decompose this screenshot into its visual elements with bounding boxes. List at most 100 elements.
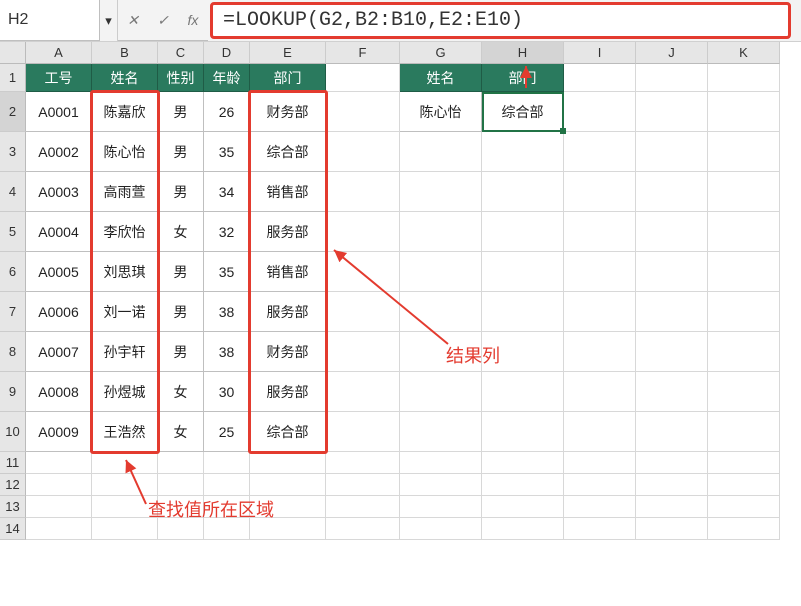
empty-cell[interactable] bbox=[400, 212, 482, 252]
data-cell[interactable]: A0003 bbox=[26, 172, 92, 212]
header-cell-姓名[interactable]: 姓名 bbox=[92, 64, 158, 92]
data-cell[interactable]: 32 bbox=[204, 212, 250, 252]
row-header-7[interactable]: 7 bbox=[0, 292, 26, 332]
empty-cell[interactable] bbox=[708, 452, 780, 474]
empty-cell[interactable] bbox=[400, 412, 482, 452]
data-cell[interactable]: 男 bbox=[158, 252, 204, 292]
data-cell[interactable]: A0001 bbox=[26, 92, 92, 132]
empty-cell[interactable] bbox=[400, 132, 482, 172]
data-cell[interactable]: A0008 bbox=[26, 372, 92, 412]
empty-cell[interactable] bbox=[482, 518, 564, 540]
row-header-11[interactable]: 11 bbox=[0, 452, 26, 474]
empty-cell[interactable] bbox=[482, 496, 564, 518]
col-header-E[interactable]: E bbox=[250, 42, 326, 64]
data-cell[interactable]: 综合部 bbox=[250, 412, 326, 452]
empty-cell[interactable] bbox=[250, 452, 326, 474]
empty-cell[interactable] bbox=[636, 496, 708, 518]
data-cell[interactable]: A0006 bbox=[26, 292, 92, 332]
col-header-J[interactable]: J bbox=[636, 42, 708, 64]
empty-cell[interactable] bbox=[204, 474, 250, 496]
col-header-K[interactable]: K bbox=[708, 42, 780, 64]
col-header-H[interactable]: H bbox=[482, 42, 564, 64]
data-cell[interactable]: 销售部 bbox=[250, 172, 326, 212]
lookup-header-部门[interactable]: 部门 bbox=[482, 64, 564, 92]
empty-cell[interactable] bbox=[482, 212, 564, 252]
data-cell[interactable]: 刘思琪 bbox=[92, 252, 158, 292]
lookup-result-cell[interactable]: 综合部 bbox=[482, 92, 564, 132]
insert-function-button[interactable]: fx bbox=[178, 12, 208, 28]
empty-cell[interactable] bbox=[400, 452, 482, 474]
empty-cell[interactable] bbox=[708, 518, 780, 540]
data-cell[interactable]: 孙宇轩 bbox=[92, 332, 158, 372]
data-cell[interactable]: 刘一诺 bbox=[92, 292, 158, 332]
empty-cell[interactable] bbox=[564, 212, 636, 252]
empty-cell[interactable] bbox=[204, 452, 250, 474]
empty-cell[interactable] bbox=[400, 252, 482, 292]
empty-cell[interactable] bbox=[326, 92, 400, 132]
data-cell[interactable]: 34 bbox=[204, 172, 250, 212]
empty-cell[interactable] bbox=[326, 252, 400, 292]
empty-cell[interactable] bbox=[636, 518, 708, 540]
empty-cell[interactable] bbox=[636, 412, 708, 452]
row-header-3[interactable]: 3 bbox=[0, 132, 26, 172]
empty-cell[interactable] bbox=[26, 518, 92, 540]
empty-cell[interactable] bbox=[326, 332, 400, 372]
empty-cell[interactable] bbox=[708, 64, 780, 92]
data-cell[interactable]: 陈心怡 bbox=[92, 132, 158, 172]
data-cell[interactable]: 男 bbox=[158, 292, 204, 332]
empty-cell[interactable] bbox=[326, 452, 400, 474]
empty-cell[interactable] bbox=[26, 496, 92, 518]
data-cell[interactable]: 孙煜城 bbox=[92, 372, 158, 412]
data-cell[interactable]: 男 bbox=[158, 172, 204, 212]
enter-formula-button[interactable]: ✓ bbox=[148, 12, 178, 29]
data-cell[interactable]: 男 bbox=[158, 132, 204, 172]
data-cell[interactable]: 35 bbox=[204, 132, 250, 172]
row-header-6[interactable]: 6 bbox=[0, 252, 26, 292]
lookup-input-cell[interactable]: 陈心怡 bbox=[400, 92, 482, 132]
row-header-10[interactable]: 10 bbox=[0, 412, 26, 452]
empty-cell[interactable] bbox=[564, 496, 636, 518]
row-header-2[interactable]: 2 bbox=[0, 92, 26, 132]
select-all-corner[interactable] bbox=[0, 42, 26, 64]
data-cell[interactable]: 陈嘉欣 bbox=[92, 92, 158, 132]
empty-cell[interactable] bbox=[564, 252, 636, 292]
empty-cell[interactable] bbox=[564, 172, 636, 212]
col-header-D[interactable]: D bbox=[204, 42, 250, 64]
empty-cell[interactable] bbox=[326, 212, 400, 252]
empty-cell[interactable] bbox=[326, 474, 400, 496]
data-cell[interactable]: 服务部 bbox=[250, 292, 326, 332]
empty-cell[interactable] bbox=[564, 474, 636, 496]
empty-cell[interactable] bbox=[26, 452, 92, 474]
empty-cell[interactable] bbox=[636, 372, 708, 412]
row-header-4[interactable]: 4 bbox=[0, 172, 26, 212]
name-box[interactable]: H2 bbox=[0, 0, 100, 41]
empty-cell[interactable] bbox=[636, 172, 708, 212]
empty-cell[interactable] bbox=[482, 412, 564, 452]
fill-handle[interactable] bbox=[560, 128, 566, 134]
col-header-G[interactable]: G bbox=[400, 42, 482, 64]
empty-cell[interactable] bbox=[326, 518, 400, 540]
data-cell[interactable]: 李欣怡 bbox=[92, 212, 158, 252]
empty-cell[interactable] bbox=[482, 132, 564, 172]
data-cell[interactable]: 26 bbox=[204, 92, 250, 132]
col-header-B[interactable]: B bbox=[92, 42, 158, 64]
data-cell[interactable]: 38 bbox=[204, 292, 250, 332]
row-header-5[interactable]: 5 bbox=[0, 212, 26, 252]
data-cell[interactable]: A0009 bbox=[26, 412, 92, 452]
formula-bar[interactable]: =LOOKUP(G2,B2:B10,E2:E10) bbox=[210, 2, 791, 39]
empty-cell[interactable] bbox=[636, 92, 708, 132]
name-box-dropdown[interactable]: ▾ bbox=[100, 0, 118, 41]
empty-cell[interactable] bbox=[564, 518, 636, 540]
empty-cell[interactable] bbox=[482, 252, 564, 292]
empty-cell[interactable] bbox=[564, 92, 636, 132]
data-cell[interactable]: 25 bbox=[204, 412, 250, 452]
col-header-C[interactable]: C bbox=[158, 42, 204, 64]
empty-cell[interactable] bbox=[158, 452, 204, 474]
empty-cell[interactable] bbox=[636, 332, 708, 372]
empty-cell[interactable] bbox=[708, 132, 780, 172]
empty-cell[interactable] bbox=[708, 212, 780, 252]
empty-cell[interactable] bbox=[636, 64, 708, 92]
data-cell[interactable]: A0002 bbox=[26, 132, 92, 172]
empty-cell[interactable] bbox=[482, 452, 564, 474]
empty-cell[interactable] bbox=[400, 172, 482, 212]
